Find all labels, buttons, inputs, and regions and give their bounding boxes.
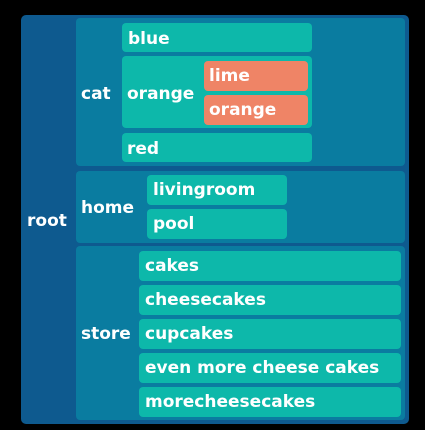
node-cat-orange-label: orange bbox=[127, 84, 195, 104]
node-cat-blue-label: blue bbox=[128, 29, 170, 49]
node-orange-orange-label: orange bbox=[209, 100, 277, 120]
node-home-livingroom-label: livingroom bbox=[153, 180, 256, 200]
tree-diagram: root cat blue orange lime orange red hom… bbox=[0, 0, 425, 430]
node-cat-red-label: red bbox=[127, 139, 160, 159]
node-store-even-more-label: even more cheese cakes bbox=[145, 358, 380, 378]
node-cat-label: cat bbox=[81, 84, 111, 104]
node-store-cupcakes-label: cupcakes bbox=[145, 324, 234, 344]
node-home-label: home bbox=[81, 198, 135, 218]
node-root-label: root bbox=[27, 211, 67, 231]
node-store-label: store bbox=[81, 324, 131, 344]
node-store-cheesecakes-label: cheesecakes bbox=[145, 290, 266, 310]
node-store-cakes-label: cakes bbox=[145, 256, 200, 276]
node-store-morecheesecakes-label: morecheesecakes bbox=[145, 392, 316, 412]
node-home-pool-label: pool bbox=[153, 214, 195, 234]
node-orange-lime-label: lime bbox=[209, 66, 250, 86]
